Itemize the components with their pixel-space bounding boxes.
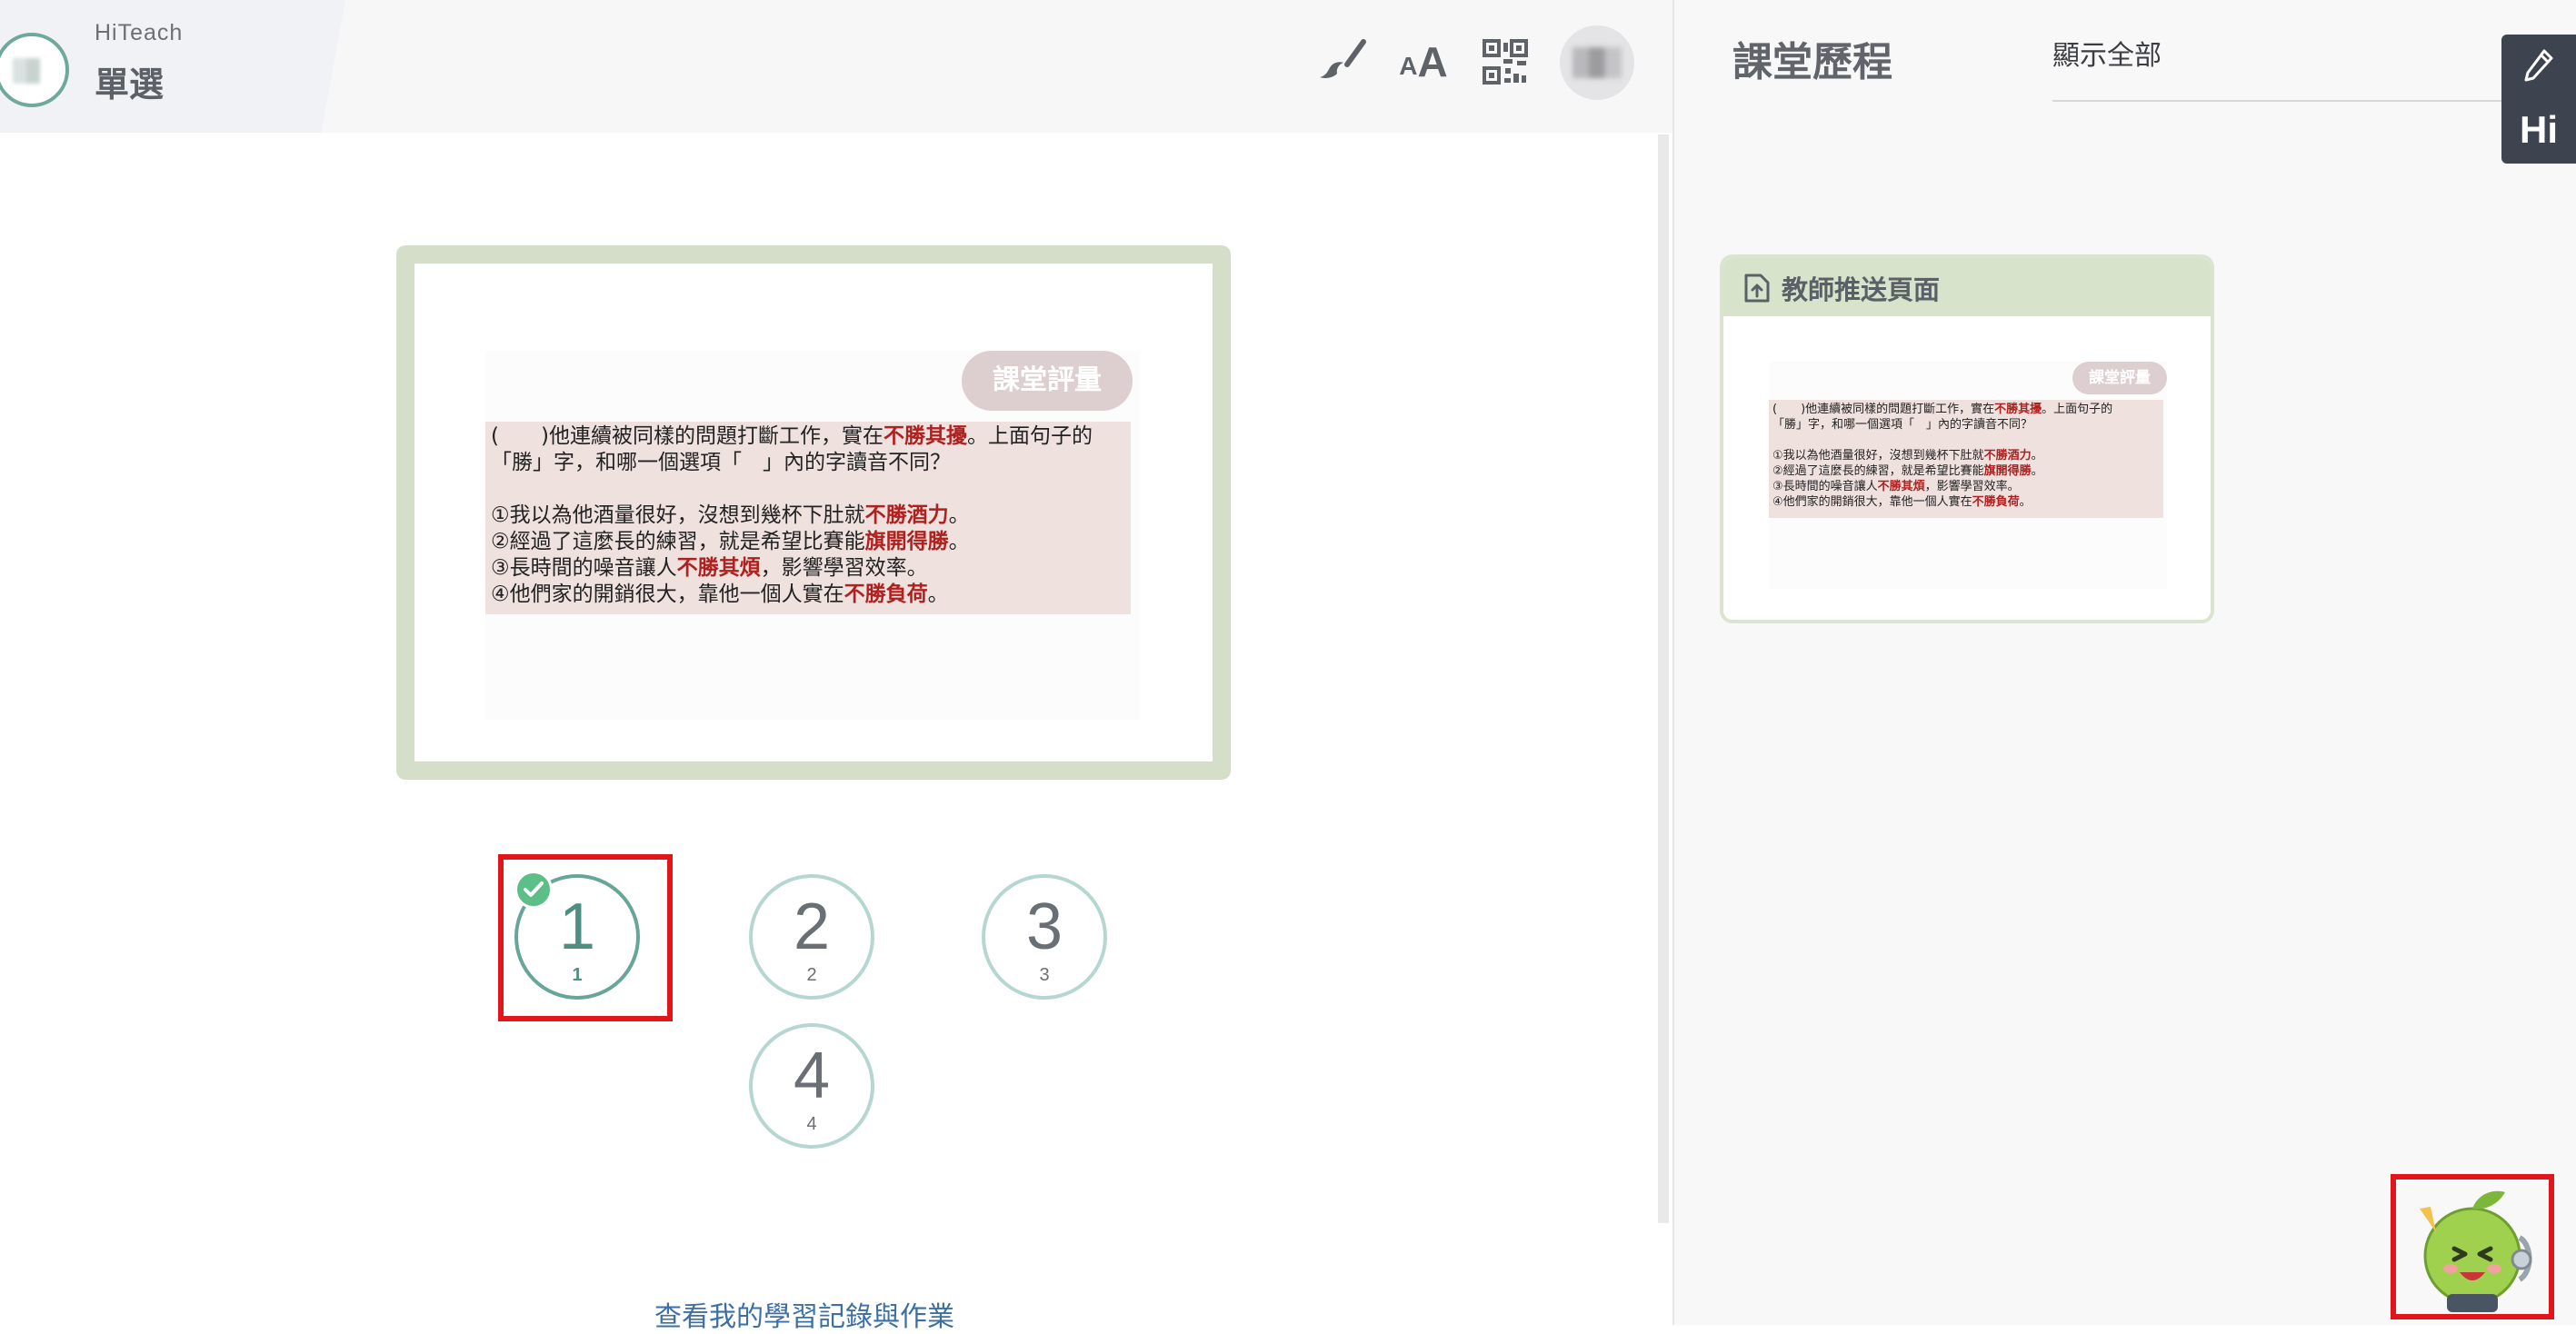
- question-text-segment: 。: [2019, 495, 2032, 509]
- panel-title: 課堂歷程: [1732, 39, 1892, 85]
- thumbnail-badge: 課堂評量: [2072, 362, 2167, 394]
- highlighted-phrase: 不勝酒力: [1983, 449, 2032, 463]
- filter-value: 顯示全部: [2052, 40, 2162, 72]
- teacher-push-card[interactable]: 教師推送頁面 課堂評量 ( )他連續被同樣的問題打斷工作，實在不勝其擾。上面句子…: [1720, 254, 2214, 623]
- thumbnail-question-text: ( )他連續被同樣的問題打斷工作，實在不勝其擾。上面句子的 「勝」字，和哪一個選…: [1769, 400, 2163, 518]
- choice-number: 2: [793, 891, 831, 963]
- side-toolbar: Hi: [2501, 35, 2576, 164]
- filter-dropdown[interactable]: 顯示全部: [2052, 27, 2503, 102]
- push-card-title: 教師推送頁面: [1782, 274, 1941, 305]
- user-avatar[interactable]: [1560, 25, 1634, 100]
- learning-history-link[interactable]: 查看我的學習記錄與作業: [654, 1294, 954, 1334]
- qr-code-icon[interactable]: [1478, 35, 1533, 89]
- pencil-icon[interactable]: [2501, 35, 2576, 96]
- choice-number: 4: [793, 1040, 831, 1112]
- highlighted-phrase: 不勝其煩: [1877, 480, 1925, 493]
- highlighted-phrase: 不勝負荷: [844, 582, 928, 606]
- choice-4[interactable]: 4 4: [749, 1023, 874, 1149]
- highlighted-phrase: 旗開得勝: [1983, 464, 2032, 478]
- slide-content: 課堂評量 ( )他連續被同樣的問題打斷工作，實在不勝其擾。上面句子的 「勝」字，…: [485, 351, 1140, 720]
- font-size-icon[interactable]: AA: [1396, 35, 1451, 89]
- choice-3[interactable]: 3 3: [982, 874, 1107, 1000]
- slide-preview: 課堂評量 ( )他連續被同樣的問題打斷工作，實在不勝其擾。上面句子的 「勝」字，…: [396, 245, 1231, 780]
- question-text-segment: ( )他連續被同樣的問題打斷工作，實在: [491, 424, 884, 448]
- choice-number: 3: [1025, 891, 1063, 963]
- highlighted-phrase: 旗開得勝: [864, 530, 949, 553]
- question-text-segment: ( )他連續被同樣的問題打斷工作，實在: [1772, 403, 1995, 416]
- highlighted-phrase: 不勝酒力: [864, 503, 949, 527]
- brush-icon[interactable]: [1314, 35, 1369, 89]
- assessment-badge: 課堂評量: [962, 351, 1133, 411]
- check-icon: [514, 871, 553, 909]
- question-text-segment: 。: [927, 582, 949, 606]
- highlighted-phrase: 不勝負荷: [1972, 495, 2020, 509]
- assistant-mascot-icon[interactable]: [2400, 1181, 2545, 1316]
- question-mode-title: 單選: [95, 65, 165, 105]
- choice-sub-label: 4: [806, 1114, 817, 1134]
- main-scrollbar[interactable]: [1658, 134, 1669, 1223]
- choice-sub-label: 3: [1039, 965, 1050, 985]
- class-history-panel: 課堂歷程 顯示全部: [1672, 0, 2576, 1325]
- app-name: HiTeach: [95, 20, 184, 45]
- highlighted-phrase: 不勝其煩: [676, 556, 761, 580]
- highlighted-phrase: 不勝其擾: [883, 424, 967, 448]
- choice-2[interactable]: 2 2: [749, 874, 874, 1000]
- push-card-header: 教師推送頁面: [1723, 258, 2211, 316]
- top-bar: HiTeach 單選 AA: [0, 0, 1672, 133]
- choice-sub-label: 1: [572, 965, 583, 985]
- choice-sub-label: 2: [806, 965, 817, 985]
- highlighted-phrase: 不勝其擾: [1994, 403, 2042, 416]
- upload-file-icon: [1743, 273, 1771, 307]
- hi-button[interactable]: Hi: [2501, 98, 2576, 162]
- slide-thumbnail: 課堂評量 ( )他連續被同樣的問題打斷工作，實在不勝其擾。上面句子的 「勝」字，…: [1769, 362, 2167, 589]
- question-text: ( )他連續被同樣的問題打斷工作，實在不勝其擾。上面句子的 「勝」字，和哪一個選…: [485, 422, 1131, 614]
